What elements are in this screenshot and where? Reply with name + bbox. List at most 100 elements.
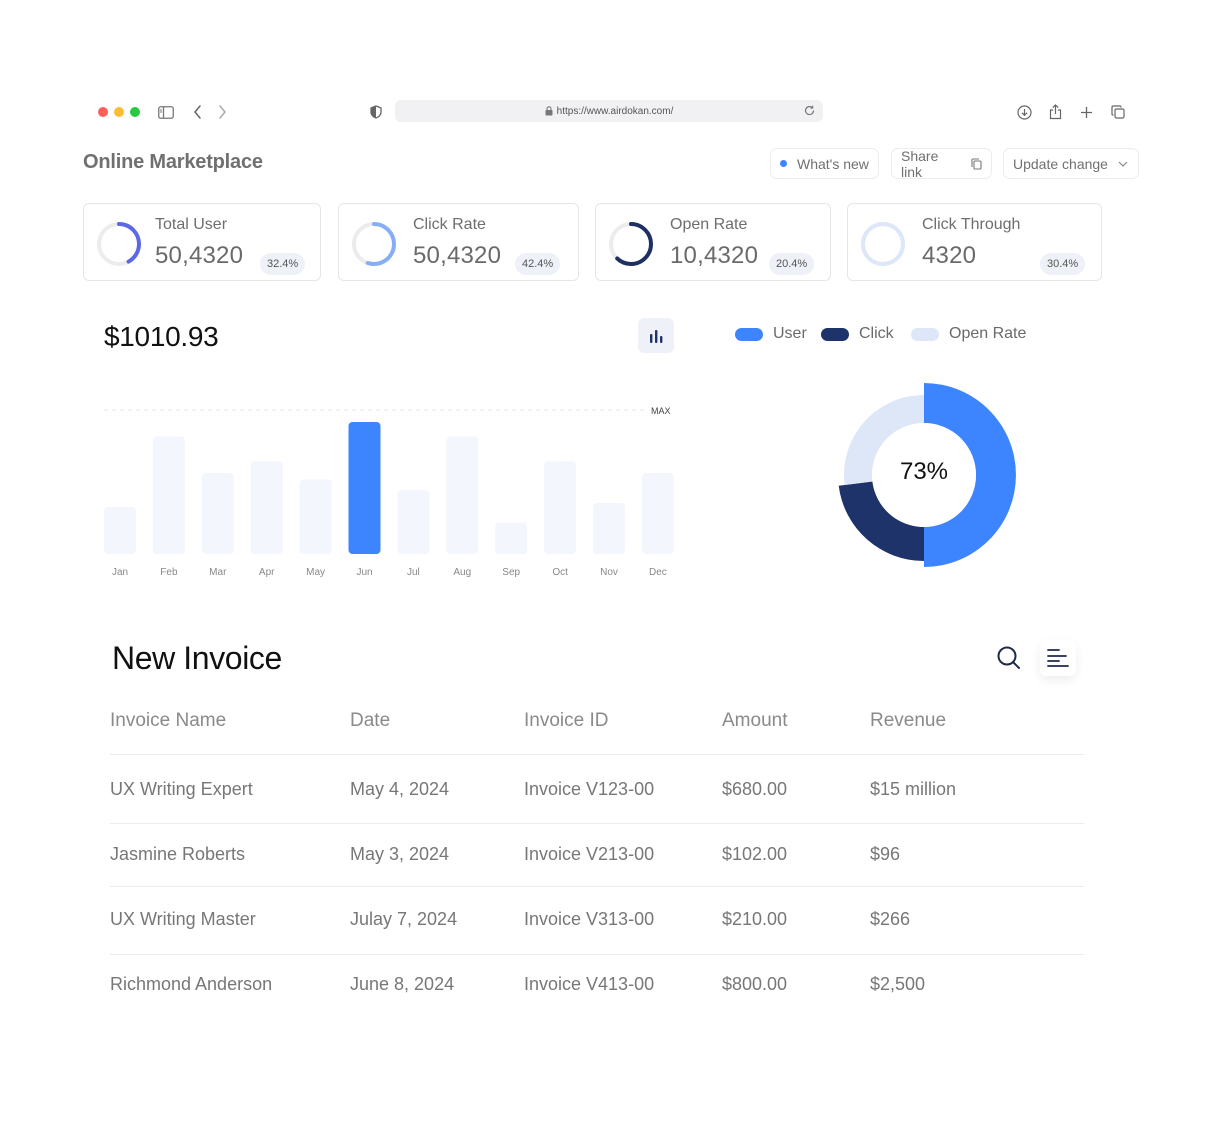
row-divider <box>110 754 1084 755</box>
x-tick-label: Feb <box>160 567 178 578</box>
reload-icon[interactable] <box>804 105 815 116</box>
column-header[interactable]: Invoice ID <box>524 710 608 732</box>
stat-card-open-rate[interactable]: Open Rate 10,4320 20.4% <box>595 203 831 281</box>
progress-ring-icon <box>97 222 141 266</box>
cell-amount: $210.00 <box>722 909 788 929</box>
invoice-section-title: New Invoice <box>112 640 282 676</box>
update-change-dropdown[interactable]: Update change <box>1003 148 1139 179</box>
bar-chart-toggle-button[interactable] <box>638 318 674 353</box>
cell-invoice-id: Invoice V123-00 <box>524 779 655 799</box>
tab-overview-icon[interactable] <box>1107 101 1129 123</box>
stat-card-click-through[interactable]: Click Through 4320 30.4% <box>847 203 1102 281</box>
cell-amount: $680.00 <box>722 779 788 799</box>
x-tick-label: Sep <box>502 567 520 578</box>
sidebar-toggle-icon[interactable] <box>155 101 177 123</box>
bar-may[interactable] <box>299 479 332 554</box>
legend-label: Click <box>859 325 894 342</box>
stat-value: 50,4320 <box>413 242 502 269</box>
stat-label: Click Rate <box>413 216 486 233</box>
legend-open-rate: Open Rate <box>911 325 1026 343</box>
minimize-window-button[interactable] <box>114 107 124 117</box>
monthly-bar-chart: MAX Jan Feb Mar Apr May Jun Jul Aug Sep Oct Nov Dec <box>104 406 674 578</box>
bar-jan[interactable] <box>104 506 136 554</box>
row-divider <box>110 886 1084 887</box>
cell-date: June 8, 2024 <box>350 974 455 994</box>
forward-icon[interactable] <box>211 101 233 123</box>
url-text: https://www.airdokan.com/ <box>556 105 674 117</box>
bar-sep[interactable] <box>495 522 528 554</box>
cell-invoice-id: Invoice V413-00 <box>524 974 655 994</box>
legend-label: Open Rate <box>949 325 1027 342</box>
cell-revenue: $2,500 <box>870 974 926 994</box>
bar-feb[interactable] <box>152 436 185 554</box>
bar-aug[interactable] <box>446 436 479 554</box>
stat-card-click-rate[interactable]: Click Rate 50,4320 42.4% <box>338 203 579 281</box>
cell-revenue: $15 million <box>870 779 957 799</box>
new-tab-icon[interactable] <box>1075 101 1097 123</box>
close-window-button[interactable] <box>98 107 108 117</box>
stat-value: 10,4320 <box>670 242 759 269</box>
cell-amount: $102.00 <box>722 844 788 864</box>
stat-change-badge: 20.4% <box>769 253 815 275</box>
stat-change-badge: 32.4% <box>260 253 306 275</box>
row-divider <box>110 954 1084 955</box>
stat-label: Open Rate <box>670 216 748 233</box>
update-change-label: Update change <box>1013 155 1108 172</box>
ring-progress <box>861 222 905 266</box>
cell-invoice-name: Jasmine Roberts <box>110 844 246 864</box>
bar-dec[interactable] <box>641 472 674 554</box>
share-link-button[interactable]: Share link <box>891 147 992 180</box>
address-bar[interactable]: https://www.airdokan.com/ <box>395 100 823 122</box>
x-tick-label: Mar <box>209 567 227 578</box>
stat-card-total-user[interactable]: Total User 50,4320 32.4% <box>83 203 321 281</box>
bar-chart-icon <box>650 329 663 343</box>
stat-value: 4320 <box>922 242 977 269</box>
menu-lines-icon <box>1047 649 1069 667</box>
legend-swatch <box>911 327 939 341</box>
cell-date: May 4, 2024 <box>350 779 450 799</box>
x-tick-label: Nov <box>600 567 618 578</box>
bar-mar[interactable] <box>201 472 234 554</box>
page-title: Online Marketplace <box>83 151 263 173</box>
cell-revenue: $266 <box>870 909 911 929</box>
bar-nov[interactable] <box>593 503 625 554</box>
revenue-total: $1010.93 <box>104 321 219 352</box>
stat-label: Click Through <box>922 216 1021 233</box>
maximize-window-button[interactable] <box>130 107 140 117</box>
progress-ring-icon <box>352 222 396 266</box>
filter-menu-button[interactable] <box>1040 640 1076 676</box>
chevron-down-icon <box>1118 161 1128 167</box>
cell-revenue: $96 <box>870 844 901 864</box>
download-icon[interactable] <box>1013 101 1035 123</box>
progress-ring-icon <box>861 222 905 266</box>
x-tick-label: Jan <box>112 567 128 578</box>
donut-center-label: 73% <box>899 458 949 485</box>
legend-swatch <box>735 327 763 341</box>
column-header[interactable]: Date <box>350 710 390 732</box>
column-header[interactable]: Invoice Name <box>110 710 226 732</box>
whats-new-button[interactable]: What's new <box>770 148 879 179</box>
column-header[interactable]: Amount <box>722 710 787 732</box>
x-tick-label: Dec <box>649 567 667 578</box>
x-tick-label: Aug <box>453 567 471 578</box>
max-label: MAX <box>651 406 671 416</box>
x-tick-label: Apr <box>259 567 275 578</box>
cell-date: May 3, 2024 <box>350 844 450 864</box>
bar-apr[interactable] <box>250 461 283 554</box>
column-header[interactable]: Revenue <box>870 710 946 732</box>
bar-oct[interactable] <box>544 461 577 554</box>
bar-jun[interactable] <box>348 422 381 554</box>
share-link-label: Share link <box>901 147 939 180</box>
bar-jul[interactable] <box>397 489 430 554</box>
stat-label: Total User <box>155 216 228 233</box>
legend-label: User <box>773 325 807 342</box>
cell-invoice-id: Invoice V313-00 <box>524 909 655 929</box>
stat-value: 50,4320 <box>155 242 244 269</box>
cell-invoice-id: Invoice V213-00 <box>524 844 655 864</box>
progress-ring-icon <box>609 222 653 266</box>
share-icon[interactable] <box>1044 101 1066 123</box>
x-tick-label: Oct <box>552 567 568 578</box>
search-button[interactable] <box>991 640 1027 676</box>
privacy-shield-icon[interactable] <box>365 101 387 123</box>
back-icon[interactable] <box>187 101 209 123</box>
